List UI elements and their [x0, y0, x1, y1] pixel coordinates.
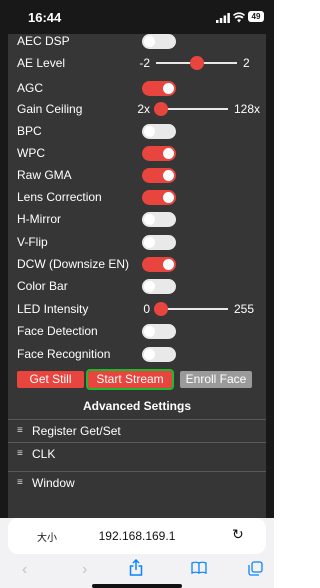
agc-toggle[interactable]: [142, 81, 176, 96]
toggle-knob: [163, 170, 174, 181]
setting-label: AE Level: [17, 56, 66, 70]
bpc-toggle[interactable]: [142, 124, 176, 139]
toggle-knob: [163, 192, 174, 203]
menu-icon: ≡: [17, 448, 23, 459]
menu-icon: ≡: [17, 425, 23, 436]
setting-row-h-mirror: H-Mirror: [8, 208, 266, 230]
section-label: CLK: [32, 447, 56, 461]
setting-label: Color Bar: [17, 279, 68, 293]
tabs-icon[interactable]: [248, 561, 263, 576]
setting-label: H-Mirror: [17, 212, 61, 226]
setting-row-dcw: DCW (Downsize EN): [8, 253, 266, 275]
toggle-knob: [144, 36, 155, 47]
slider-min-label: 0: [143, 302, 150, 316]
gain-ceiling-slider-thumb[interactable]: [154, 102, 168, 116]
toggle-knob: [144, 281, 155, 292]
raw-gma-toggle[interactable]: [142, 168, 176, 183]
start-stream-button[interactable]: Start Stream: [86, 369, 174, 390]
url-text: 192.168.169.1: [98, 529, 176, 543]
slider-min-label: 2x: [137, 102, 150, 116]
setting-row-led-intensity: LED Intensity 0 255: [8, 298, 266, 320]
browser-toolbar: 大小 192.168.169.1 ↻ ‹ ›: [0, 518, 274, 588]
setting-row-bpc: BPC: [8, 120, 266, 142]
toggle-knob: [163, 148, 174, 159]
v-flip-toggle[interactable]: [142, 235, 176, 250]
setting-label: AGC: [17, 81, 44, 95]
forward-icon[interactable]: ›: [82, 561, 87, 579]
setting-label: Face Detection: [17, 324, 98, 338]
toggle-knob: [144, 237, 155, 248]
face-recognition-toggle[interactable]: [142, 347, 176, 362]
toggle-knob: [144, 126, 155, 137]
color-bar-toggle[interactable]: [142, 279, 176, 294]
home-indicator: [92, 584, 182, 588]
slider-min-label: -2: [139, 56, 150, 70]
face-detection-toggle[interactable]: [142, 324, 176, 339]
dcw-toggle[interactable]: [142, 257, 176, 272]
setting-row-gain-ceiling: Gain Ceiling 2x 128x: [8, 98, 266, 120]
setting-label: BPC: [17, 124, 42, 138]
setting-label: Raw GMA: [17, 168, 72, 182]
setting-row-wpc: WPC: [8, 142, 266, 164]
setting-row-color-bar: Color Bar: [8, 275, 266, 297]
setting-label: Face Recognition: [17, 347, 111, 361]
enroll-face-button[interactable]: Enroll Face: [180, 371, 252, 388]
section-label: Register Get/Set: [32, 424, 121, 438]
setting-label: DCW (Downsize EN): [17, 257, 130, 271]
back-icon[interactable]: ‹: [22, 561, 27, 579]
setting-row-v-flip: V-Flip: [8, 231, 266, 253]
setting-row-face-recognition: Face Recognition: [8, 343, 266, 365]
menu-icon: ≡: [17, 477, 23, 488]
share-icon[interactable]: [129, 559, 143, 576]
section-label: Window: [32, 476, 75, 490]
section-window[interactable]: ≡ Window: [8, 471, 266, 494]
setting-label: Lens Correction: [17, 190, 102, 204]
battery-icon: 49: [248, 11, 264, 22]
status-time: 16:44: [28, 10, 62, 25]
setting-row-ae-level: AE Level -2 2: [8, 52, 266, 74]
toggle-knob: [163, 259, 174, 270]
wifi-icon: [233, 12, 245, 23]
toggle-knob: [144, 326, 155, 337]
address-bar[interactable]: 大小 192.168.169.1 ↻: [8, 518, 266, 554]
setting-row-agc: AGC: [8, 77, 266, 99]
led-intensity-slider-thumb[interactable]: [154, 302, 168, 316]
h-mirror-toggle[interactable]: [142, 212, 176, 227]
bookmarks-icon[interactable]: [191, 561, 207, 574]
slider-max-label: 2: [243, 56, 250, 70]
wpc-toggle[interactable]: [142, 146, 176, 161]
setting-label: Gain Ceiling: [17, 102, 83, 116]
setting-row-aec-dsp: AEC DSP: [8, 34, 266, 52]
setting-label: AEC DSP: [17, 34, 70, 48]
reload-icon[interactable]: ↻: [232, 526, 244, 543]
section-register-get-set[interactable]: ≡ Register Get/Set: [8, 419, 266, 442]
setting-row-raw-gma: Raw GMA: [8, 164, 266, 186]
lens-correction-toggle[interactable]: [142, 190, 176, 205]
settings-panel: AEC DSP AE Level -2 2 AGC Gain Ceiling 2…: [8, 34, 266, 518]
advanced-settings-title: Advanced Settings: [82, 399, 192, 413]
ae-level-slider-thumb[interactable]: [190, 56, 204, 70]
toggle-knob: [144, 349, 155, 360]
setting-label: WPC: [17, 146, 45, 160]
get-still-button[interactable]: Get Still: [17, 371, 84, 388]
section-clk[interactable]: ≡ CLK: [8, 442, 266, 465]
toggle-knob: [163, 83, 174, 94]
status-bar: 16:44 49: [0, 0, 274, 34]
toggle-knob: [144, 214, 155, 225]
setting-label: V-Flip: [17, 235, 48, 249]
phone-screen: 16:44 49 AEC DSP AE Level -2 2 AGC Gain …: [0, 0, 274, 588]
setting-row-lens-correction: Lens Correction: [8, 186, 266, 208]
slider-max-label: 255: [234, 302, 255, 316]
aec-dsp-toggle[interactable]: [142, 34, 176, 49]
setting-row-face-detection: Face Detection: [8, 320, 266, 342]
signal-icon: [216, 13, 230, 23]
setting-label: LED Intensity: [17, 302, 89, 316]
slider-max-label: 128x: [234, 102, 261, 116]
